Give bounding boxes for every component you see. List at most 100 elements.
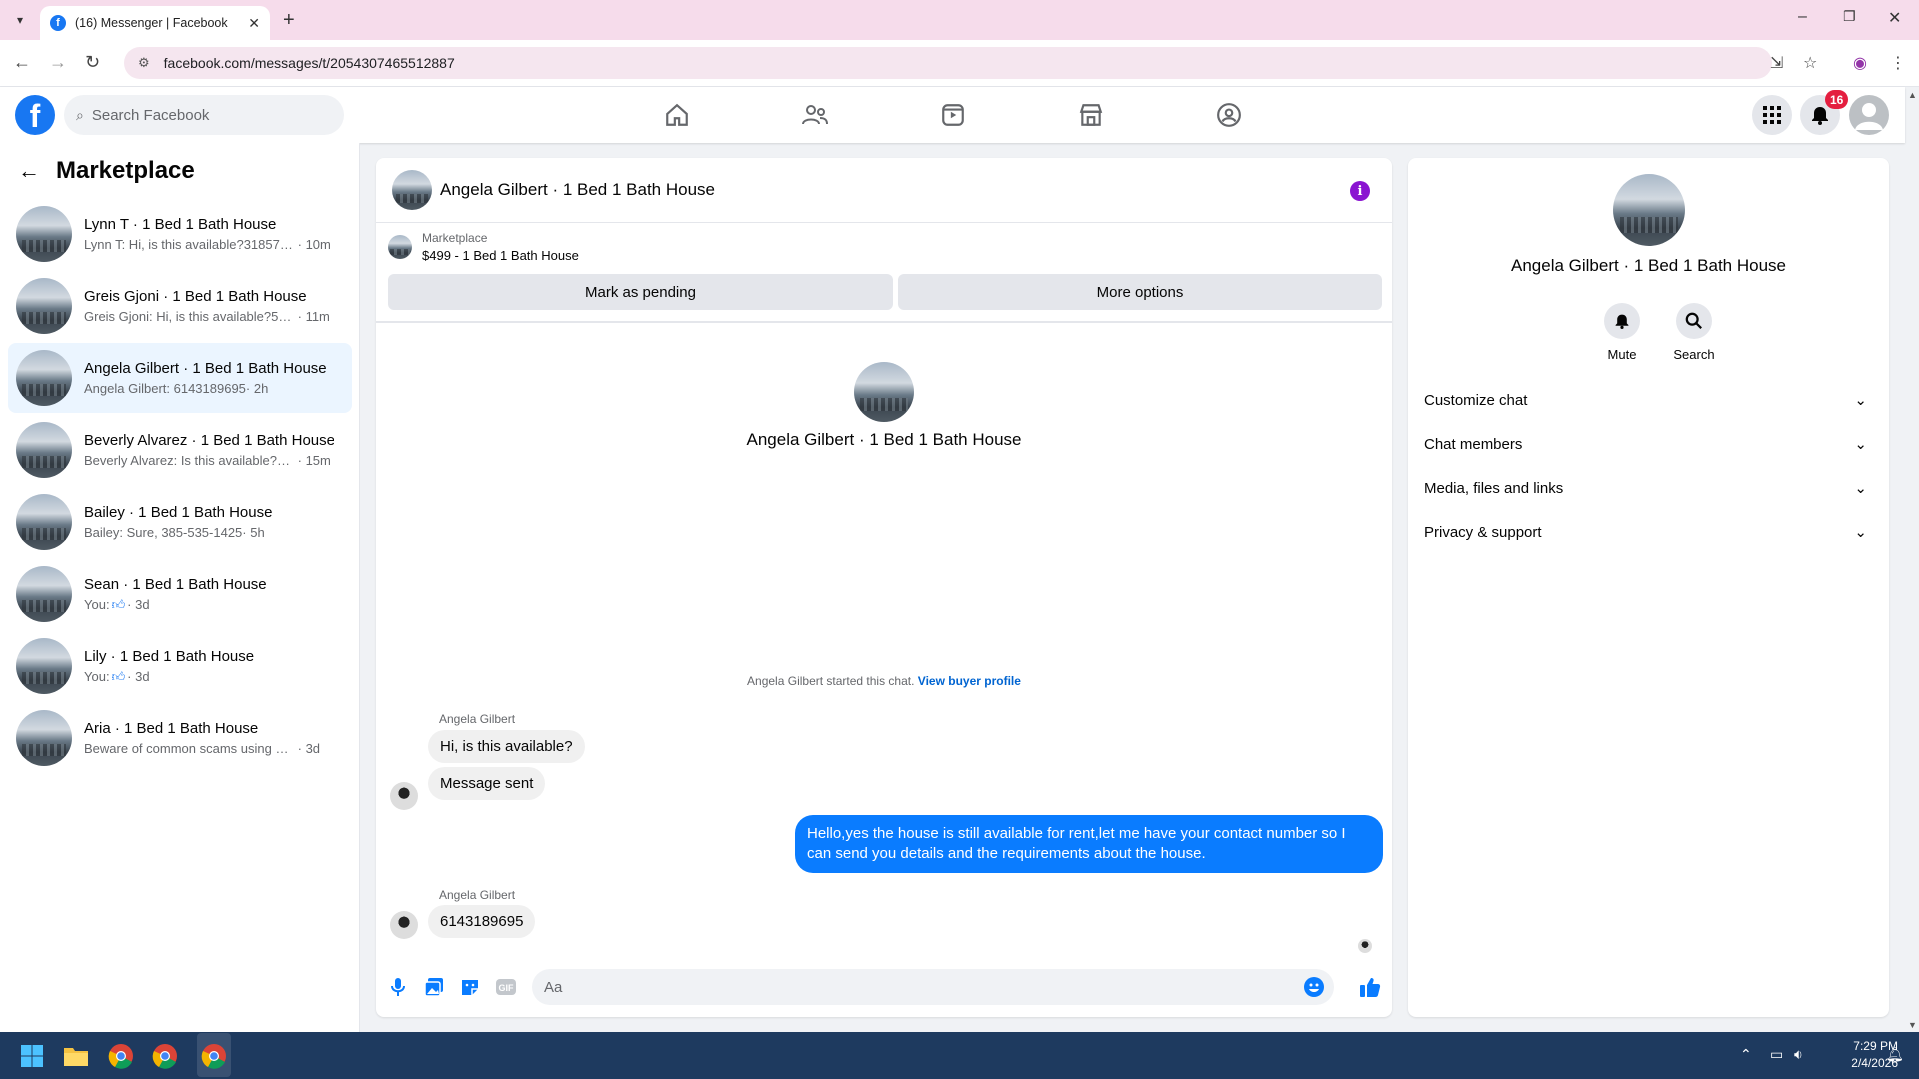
window-close-icon[interactable]: ✕ (1888, 8, 1901, 28)
volume-icon[interactable]: 🔉︎ (1794, 1046, 1803, 1063)
message-input[interactable]: Aa (532, 969, 1334, 1005)
new-tab-icon[interactable]: + (283, 9, 295, 32)
groups-nav-icon[interactable] (1209, 99, 1249, 131)
sender-avatar[interactable] (390, 782, 418, 810)
conversation-name: Aria · 1 Bed 1 Bath House (84, 720, 259, 737)
more-options-button[interactable]: More options (898, 274, 1382, 310)
conversation-item[interactable]: Sean · 1 Bed 1 Bath House You: 👍︎ · 3d (8, 559, 352, 629)
back-arrow-icon[interactable]: ← (18, 158, 40, 184)
thumbs-up-send-icon[interactable] (1358, 975, 1382, 999)
account-avatar[interactable] (1849, 95, 1889, 135)
thumbs-up-icon: 👍︎ (111, 668, 126, 684)
customize-chat-section[interactable]: Customize chat ⌄ (1424, 382, 1873, 418)
section-label: Chat members (1424, 435, 1523, 453)
conversation-preview: Greis Gjoni: Hi, is this available?570..… (84, 309, 294, 324)
conversation-avatar (16, 494, 72, 550)
incoming-message[interactable]: Message sent (428, 767, 546, 800)
divider (376, 321, 1392, 323)
started-text: Angela Gilbert started this chat. (747, 674, 915, 688)
media-files-links-section[interactable]: Media, files and links ⌄ (1424, 470, 1873, 506)
tab-title: (16) Messenger | Facebook (75, 16, 228, 30)
bookmark-star-icon[interactable]: ☆ (1803, 53, 1817, 73)
conversation-info-panel: Angela Gilbert · 1 Bed 1 Bath House Mute… (1408, 158, 1889, 1017)
conversation-item-active[interactable]: Angela Gilbert · 1 Bed 1 Bath House Ange… (8, 343, 352, 413)
file-explorer-icon[interactable] (62, 1042, 90, 1070)
conversation-item[interactable]: Lynn T · 1 Bed 1 Bath House Lynn T: Hi, … (8, 199, 352, 269)
scrollbar-down-arrow[interactable]: ▼ (1908, 1020, 1917, 1030)
reload-icon[interactable]: ↻ (85, 52, 100, 73)
scrollbar-up-arrow[interactable]: ▲ (1908, 90, 1917, 100)
conversation-time: · 15m (297, 453, 331, 468)
search-action[interactable]: Search (1664, 303, 1724, 362)
facebook-logo[interactable]: f (15, 95, 55, 135)
conversation-name: Beverly Alvarez · 1 Bed 1 Bath House (84, 432, 334, 449)
conversation-time: · 5h (242, 525, 265, 540)
back-arrow-icon[interactable]: ← (13, 52, 31, 73)
mark-as-pending-button[interactable]: Mark as pending (388, 274, 893, 310)
info-icon[interactable]: i (1350, 181, 1370, 201)
bell-icon[interactable] (1604, 303, 1640, 339)
chat-members-section[interactable]: Chat members ⌄ (1424, 426, 1873, 462)
conversation-item[interactable]: Greis Gjoni · 1 Bed 1 Bath House Greis G… (8, 271, 352, 341)
gif-icon[interactable]: GIF (494, 975, 518, 999)
conversation-avatar (16, 350, 72, 406)
browser-tab[interactable]: f (16) Messenger | Facebook ✕ (40, 6, 270, 40)
install-app-icon[interactable]: ⇲ (1770, 53, 1783, 73)
listing-thumbnail (388, 235, 412, 259)
video-nav-icon[interactable] (933, 99, 973, 131)
sticker-icon[interactable] (458, 975, 482, 999)
thumbs-up-icon: 👍︎ (111, 596, 126, 612)
conversation-name: Lily · 1 Bed 1 Bath House (84, 647, 255, 665)
menu-grid-icon[interactable] (1752, 95, 1792, 135)
conversation-name: Angela Gilbert · 1 Bed 1 Bath House (84, 360, 327, 377)
listing-summary[interactable]: Marketplace $499 - 1 Bed 1 Bath House (388, 231, 579, 263)
chrome-icon[interactable] (107, 1042, 135, 1070)
friends-nav-icon[interactable] (795, 99, 835, 131)
mute-action[interactable]: Mute (1592, 303, 1652, 362)
tab-close-icon[interactable]: ✕ (248, 15, 260, 32)
notifications-badge: 16 (1825, 90, 1849, 109)
incoming-message[interactable]: 6143189695 (428, 905, 536, 938)
outgoing-message[interactable]: Hello,yes the house is still available f… (795, 815, 1383, 873)
marketplace-nav-icon[interactable] (1071, 99, 1111, 131)
windows-start-icon[interactable] (18, 1042, 46, 1070)
view-buyer-profile-link[interactable]: View buyer profile (918, 674, 1021, 688)
chat-header-avatar[interactable] (392, 170, 432, 210)
chevron-down-icon: ⌄ (1854, 436, 1867, 453)
tab-search-chevron-icon[interactable]: ▾ (10, 10, 30, 30)
chrome-active-icon[interactable] (200, 1042, 228, 1070)
url-field[interactable]: ⚙ facebook.com/messages/t/20543074655128… (124, 47, 1772, 79)
conversation-item[interactable]: Lily · 1 Bed 1 Bath House You: 👍︎ · 3d (8, 631, 352, 701)
chat-title[interactable]: Angela Gilbert · 1 Bed 1 Bath House (440, 180, 715, 200)
conversation-item[interactable]: Aria · 1 Bed 1 Bath House Beware of comm… (8, 703, 352, 773)
site-info-icon[interactable]: ⚙ (138, 55, 150, 71)
browser-menu-icon[interactable]: ⋮ (1890, 53, 1906, 73)
network-icon[interactable]: ▭ (1770, 1046, 1783, 1063)
emoji-icon[interactable] (1304, 977, 1324, 997)
facebook-search-input[interactable]: ⌕ Search Facebook (64, 95, 344, 135)
seen-indicator-avatar (1358, 939, 1372, 953)
microphone-icon[interactable] (386, 975, 410, 999)
conversation-item[interactable]: Bailey · 1 Bed 1 Bath House Bailey: Sure… (8, 487, 352, 557)
address-bar-row: ← → ↻ ⚙ facebook.com/messages/t/20543074… (0, 40, 1919, 87)
forward-arrow-icon[interactable]: → (49, 52, 67, 73)
privacy-support-section[interactable]: Privacy & support ⌄ (1424, 514, 1873, 550)
conversation-preview: Beverly Alvarez: Is this available?160..… (84, 453, 294, 468)
profile-icon[interactable]: ◉ (1853, 53, 1867, 73)
info-panel-avatar[interactable] (1613, 174, 1685, 246)
tray-overflow-chevron-icon[interactable]: ⌃ (1740, 1046, 1752, 1063)
incoming-message[interactable]: Hi, is this available? (428, 730, 585, 763)
chrome-profile-icon[interactable] (151, 1042, 179, 1070)
home-nav-icon[interactable] (657, 99, 697, 131)
conversation-avatar (16, 278, 72, 334)
photo-icon[interactable] (422, 975, 446, 999)
minimize-icon[interactable]: – (1798, 8, 1807, 26)
sender-avatar[interactable] (390, 911, 418, 939)
conversation-profile-avatar[interactable] (854, 362, 914, 422)
notification-bell-icon[interactable]: 🔔︎ (1886, 1046, 1904, 1063)
search-icon[interactable] (1676, 303, 1712, 339)
restore-icon[interactable]: ❐ (1843, 8, 1856, 25)
conversation-preview: Lynn T: Hi, is this available?3185780... (84, 237, 294, 252)
conversation-item[interactable]: Beverly Alvarez · 1 Bed 1 Bath House Bev… (8, 415, 352, 485)
sidebar-header: ← Marketplace (18, 157, 195, 185)
